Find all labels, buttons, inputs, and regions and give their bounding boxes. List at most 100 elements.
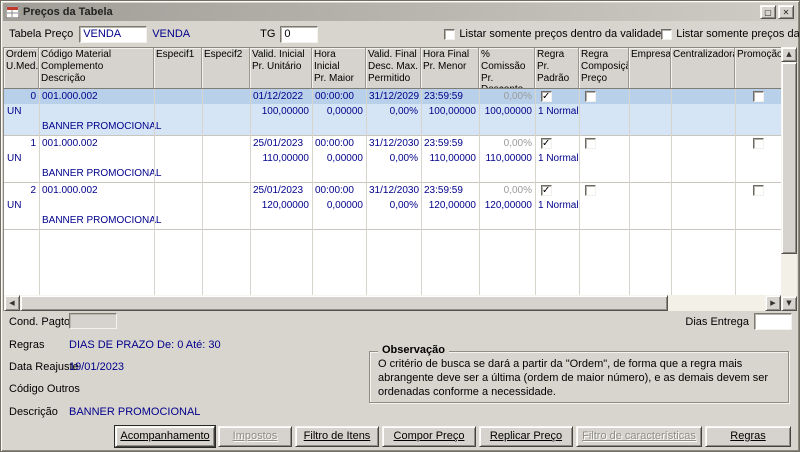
column-header-regra-composicao: Regra Composição Preço — [579, 48, 629, 89]
codigo-outros-label: Código Outros — [9, 383, 80, 395]
cell-valid-final: 31/12/2030 — [366, 183, 421, 198]
horizontal-scroll-track[interactable] — [20, 295, 765, 311]
cell-pr-maior: 0,00000 — [312, 104, 366, 119]
column-header-valid-inicial: Valid. Inicial Pr. Unitário — [250, 48, 312, 89]
data-reajuste-value: 19/01/2023 — [69, 361, 124, 373]
cell-pr-menor: 100,00000 — [421, 104, 479, 119]
cell-pr-desconto: 120,00000 — [479, 198, 535, 213]
cond-pagto-input[interactable] — [69, 313, 117, 329]
cell-regra-padrao — [535, 183, 579, 198]
column-header-codigo-material: Código Material Complemento Descrição — [39, 48, 154, 89]
regra-composicao-checkbox[interactable] — [585, 91, 596, 102]
cell-desc-max: 0,00% — [366, 198, 421, 213]
cell-regra-padrao — [535, 89, 579, 104]
cell-umed: UN — [4, 151, 39, 166]
cell-valid-inicial: 25/01/2023 — [250, 183, 312, 198]
impostos-button: Impostos — [218, 426, 292, 447]
column-header-empresa: Empresa — [629, 48, 671, 89]
cell-codigo: 001.000.002 — [39, 183, 154, 198]
scroll-left-button[interactable]: ◀ — [4, 295, 20, 311]
cell-pr-menor: 120,00000 — [421, 198, 479, 213]
regra-padrao-checkbox[interactable] — [541, 185, 552, 196]
detail-panel: Cond. Pagto. Dias Entrega Regras DIAS DE… — [3, 311, 797, 423]
column-header-comissao: % Comissão Pr. Desconto — [479, 48, 535, 89]
grid-area: Ordem U.Med. Código Material Complemento… — [3, 47, 781, 311]
acompanhamento-button[interactable]: Acompanhamento — [115, 426, 215, 447]
cell-ordem: 2 — [4, 183, 39, 198]
cell-descricao: BANNER PROMOCIONAL — [39, 166, 535, 182]
dias-entrega-input[interactable] — [754, 313, 792, 330]
listar-validade-checkbox[interactable] — [444, 29, 455, 40]
cell-regra-composicao — [579, 183, 629, 198]
table-row[interactable]: 1 001.000.002 25/01/2023 00:00:00 31/12/… — [4, 136, 781, 183]
cell-descricao: BANNER PROMOCIONAL — [39, 119, 535, 135]
observacao-groupbox: Observação O critério de busca se dará a… — [369, 351, 789, 403]
filtro-de-caracteristicas-button: Filtro de características — [576, 426, 702, 447]
regra-composicao-checkbox[interactable] — [585, 138, 596, 149]
cell-regra-composicao — [579, 136, 629, 151]
scroll-up-button[interactable]: ▲ — [781, 47, 797, 62]
listar-promocao-checkbox[interactable] — [661, 29, 672, 40]
regras-label: Regras — [9, 339, 44, 351]
close-button[interactable]: ✕ — [778, 5, 794, 19]
cell-hora-inicial: 00:00:00 — [312, 89, 366, 104]
listar-promocao-label: Listar somente preços da promoção — [676, 28, 800, 40]
column-header-regra-padrao: Regra Pr. Padrão — [535, 48, 579, 89]
cell-regra-composicao — [579, 89, 629, 104]
cell-comissao: 0,00% — [479, 89, 535, 104]
promocao-checkbox[interactable] — [753, 185, 764, 196]
cell-valid-final: 31/12/2030 — [366, 136, 421, 151]
cell-hora-inicial: 00:00:00 — [312, 183, 366, 198]
regras-button[interactable]: Regras — [705, 426, 791, 447]
cell-pr-desconto: 110,00000 — [479, 151, 535, 166]
column-header-hora-inicial: Hora Inicial Pr. Maior — [312, 48, 366, 89]
regra-padrao-checkbox[interactable] — [541, 91, 552, 102]
regras-value: DIAS DE PRAZO De: 0 Até: 30 — [69, 339, 221, 351]
regra-padrao-checkbox[interactable] — [541, 138, 552, 149]
filter-promocao-row: Listar somente preços da promoção — [661, 28, 800, 40]
price-grid: Ordem U.Med. Código Material Complemento… — [3, 47, 797, 311]
titlebar-buttons: ▢ ✕ — [760, 5, 794, 19]
scroll-down-button[interactable]: ▼ — [781, 296, 797, 311]
cell-valid-inicial: 01/12/2022 — [250, 89, 312, 104]
tabela-preco-label: Tabela Preço — [9, 28, 73, 40]
tg-input[interactable] — [280, 26, 318, 43]
precos-da-tabela-window: Preços da Tabela ▢ ✕ Tabela Preço VENDA … — [0, 0, 800, 452]
cell-umed: UN — [4, 198, 39, 213]
titlebar[interactable]: Preços da Tabela ▢ ✕ — [3, 3, 797, 21]
cell-pr-unitario: 120,00000 — [250, 198, 312, 213]
vertical-scroll-thumb[interactable] — [781, 62, 797, 254]
table-row[interactable]: 2 001.000.002 25/01/2023 00:00:00 31/12/… — [4, 183, 781, 230]
column-header-valid-final: Valid. Final Desc. Max. Permitido — [366, 48, 421, 89]
horizontal-scrollbar[interactable]: ◀ ▶ — [4, 295, 781, 311]
vertical-scroll-track[interactable] — [781, 62, 797, 296]
cell-umed: UN — [4, 104, 39, 119]
cell-promocao — [735, 89, 781, 104]
column-header-especif2: Especif2 — [202, 48, 250, 89]
promocao-checkbox[interactable] — [753, 138, 764, 149]
cell-hora-final: 23:59:59 — [421, 89, 479, 104]
table-row[interactable]: 0 001.000.002 01/12/2022 00:00:00 31/12/… — [4, 89, 781, 136]
filtro-de-itens-button[interactable]: Filtro de Itens — [295, 426, 379, 447]
regra-composicao-checkbox[interactable] — [585, 185, 596, 196]
cell-desc-max: 0,00% — [366, 104, 421, 119]
vertical-scrollbar[interactable]: ▲ ▼ — [781, 47, 797, 311]
horizontal-scroll-thumb[interactable] — [20, 295, 668, 311]
tabela-preco-input[interactable] — [79, 26, 147, 43]
column-header-ordem: Ordem U.Med. — [4, 48, 39, 89]
observacao-title: Observação — [378, 344, 449, 356]
maximize-button[interactable]: ▢ — [760, 5, 776, 19]
compor-preco-button[interactable]: Compor Preço — [382, 426, 476, 447]
scroll-right-button[interactable]: ▶ — [765, 295, 781, 311]
toolbar: Tabela Preço VENDA TG Listar somente pre… — [3, 21, 797, 47]
column-header-promocao: Promoção — [735, 48, 781, 89]
window-title: Preços da Tabela — [23, 6, 756, 18]
cell-regra: 1 Normal — [535, 104, 629, 119]
cell-pr-maior: 0,00000 — [312, 198, 366, 213]
promocao-checkbox[interactable] — [753, 91, 764, 102]
replicar-preco-button[interactable]: Replicar Preço — [479, 426, 573, 447]
filter-validade-row: Listar somente preços dentro da validade — [444, 28, 661, 40]
cell-ordem: 0 — [4, 89, 39, 104]
cell-hora-inicial: 00:00:00 — [312, 136, 366, 151]
cell-promocao — [735, 183, 781, 198]
